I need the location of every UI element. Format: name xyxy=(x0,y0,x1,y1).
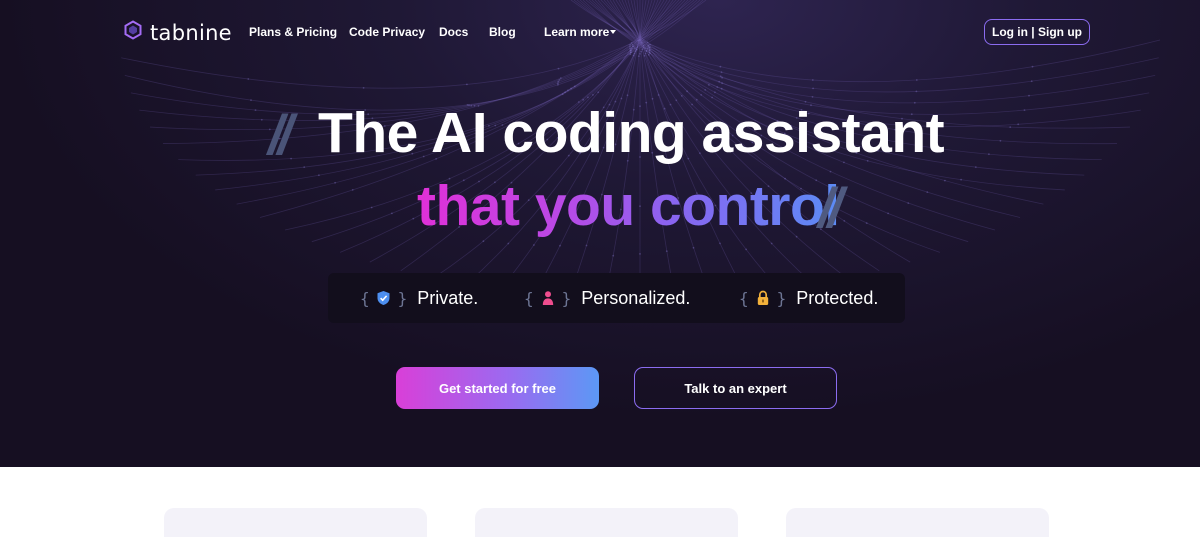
get-started-button[interactable]: Get started for free xyxy=(396,367,599,409)
nav-blog[interactable]: Blog xyxy=(489,25,516,39)
headline-line-1: The AI coding assistant xyxy=(318,101,945,165)
nav-code-privacy[interactable]: Code Privacy xyxy=(349,25,425,39)
feature-personalized: { } Personalized. xyxy=(524,273,690,323)
feature-private-label: Private. xyxy=(417,287,479,308)
brace-close: } xyxy=(776,288,787,308)
nav-learn-more[interactable]: Learn more xyxy=(544,25,609,39)
hero-section: tabnine Plans & Pricing Code Privacy Doc… xyxy=(0,0,1200,467)
feature-private: { } Private. xyxy=(360,273,478,323)
talk-to-expert-button[interactable]: Talk to an expert xyxy=(634,367,837,409)
decor-slashes-right: // xyxy=(818,176,843,239)
brand-name: tabnine xyxy=(150,20,232,45)
brand-logo[interactable]: tabnine xyxy=(123,20,232,45)
brace-open: { xyxy=(739,288,749,308)
caret-down-icon[interactable] xyxy=(610,30,616,34)
decor-slashes-left: // xyxy=(268,103,293,166)
brace-open: { xyxy=(524,288,534,308)
brace-close: } xyxy=(397,288,408,308)
feature-personalized-label: Personalized. xyxy=(581,287,691,308)
nav-docs[interactable]: Docs xyxy=(439,25,468,39)
login-signup-button[interactable]: Log in | Sign up xyxy=(984,19,1090,45)
person-icon xyxy=(540,290,556,306)
feature-card xyxy=(164,508,427,537)
nav-plans-pricing[interactable]: Plans & Pricing xyxy=(249,25,337,39)
padlock-icon xyxy=(755,290,771,306)
feature-protected: { } Protected. xyxy=(739,273,878,323)
headline-line-2: that you control xyxy=(417,174,840,238)
feature-strip: { } Private. { } Personalized. {} Prote… xyxy=(328,273,905,323)
feature-card xyxy=(786,508,1049,537)
feature-protected-label: Protected. xyxy=(796,287,879,308)
brace-close: } xyxy=(561,288,572,308)
hexagon-logo-icon xyxy=(123,20,143,45)
feature-card xyxy=(475,508,738,537)
shield-check-icon xyxy=(376,290,392,306)
brace-open: { xyxy=(360,288,370,308)
